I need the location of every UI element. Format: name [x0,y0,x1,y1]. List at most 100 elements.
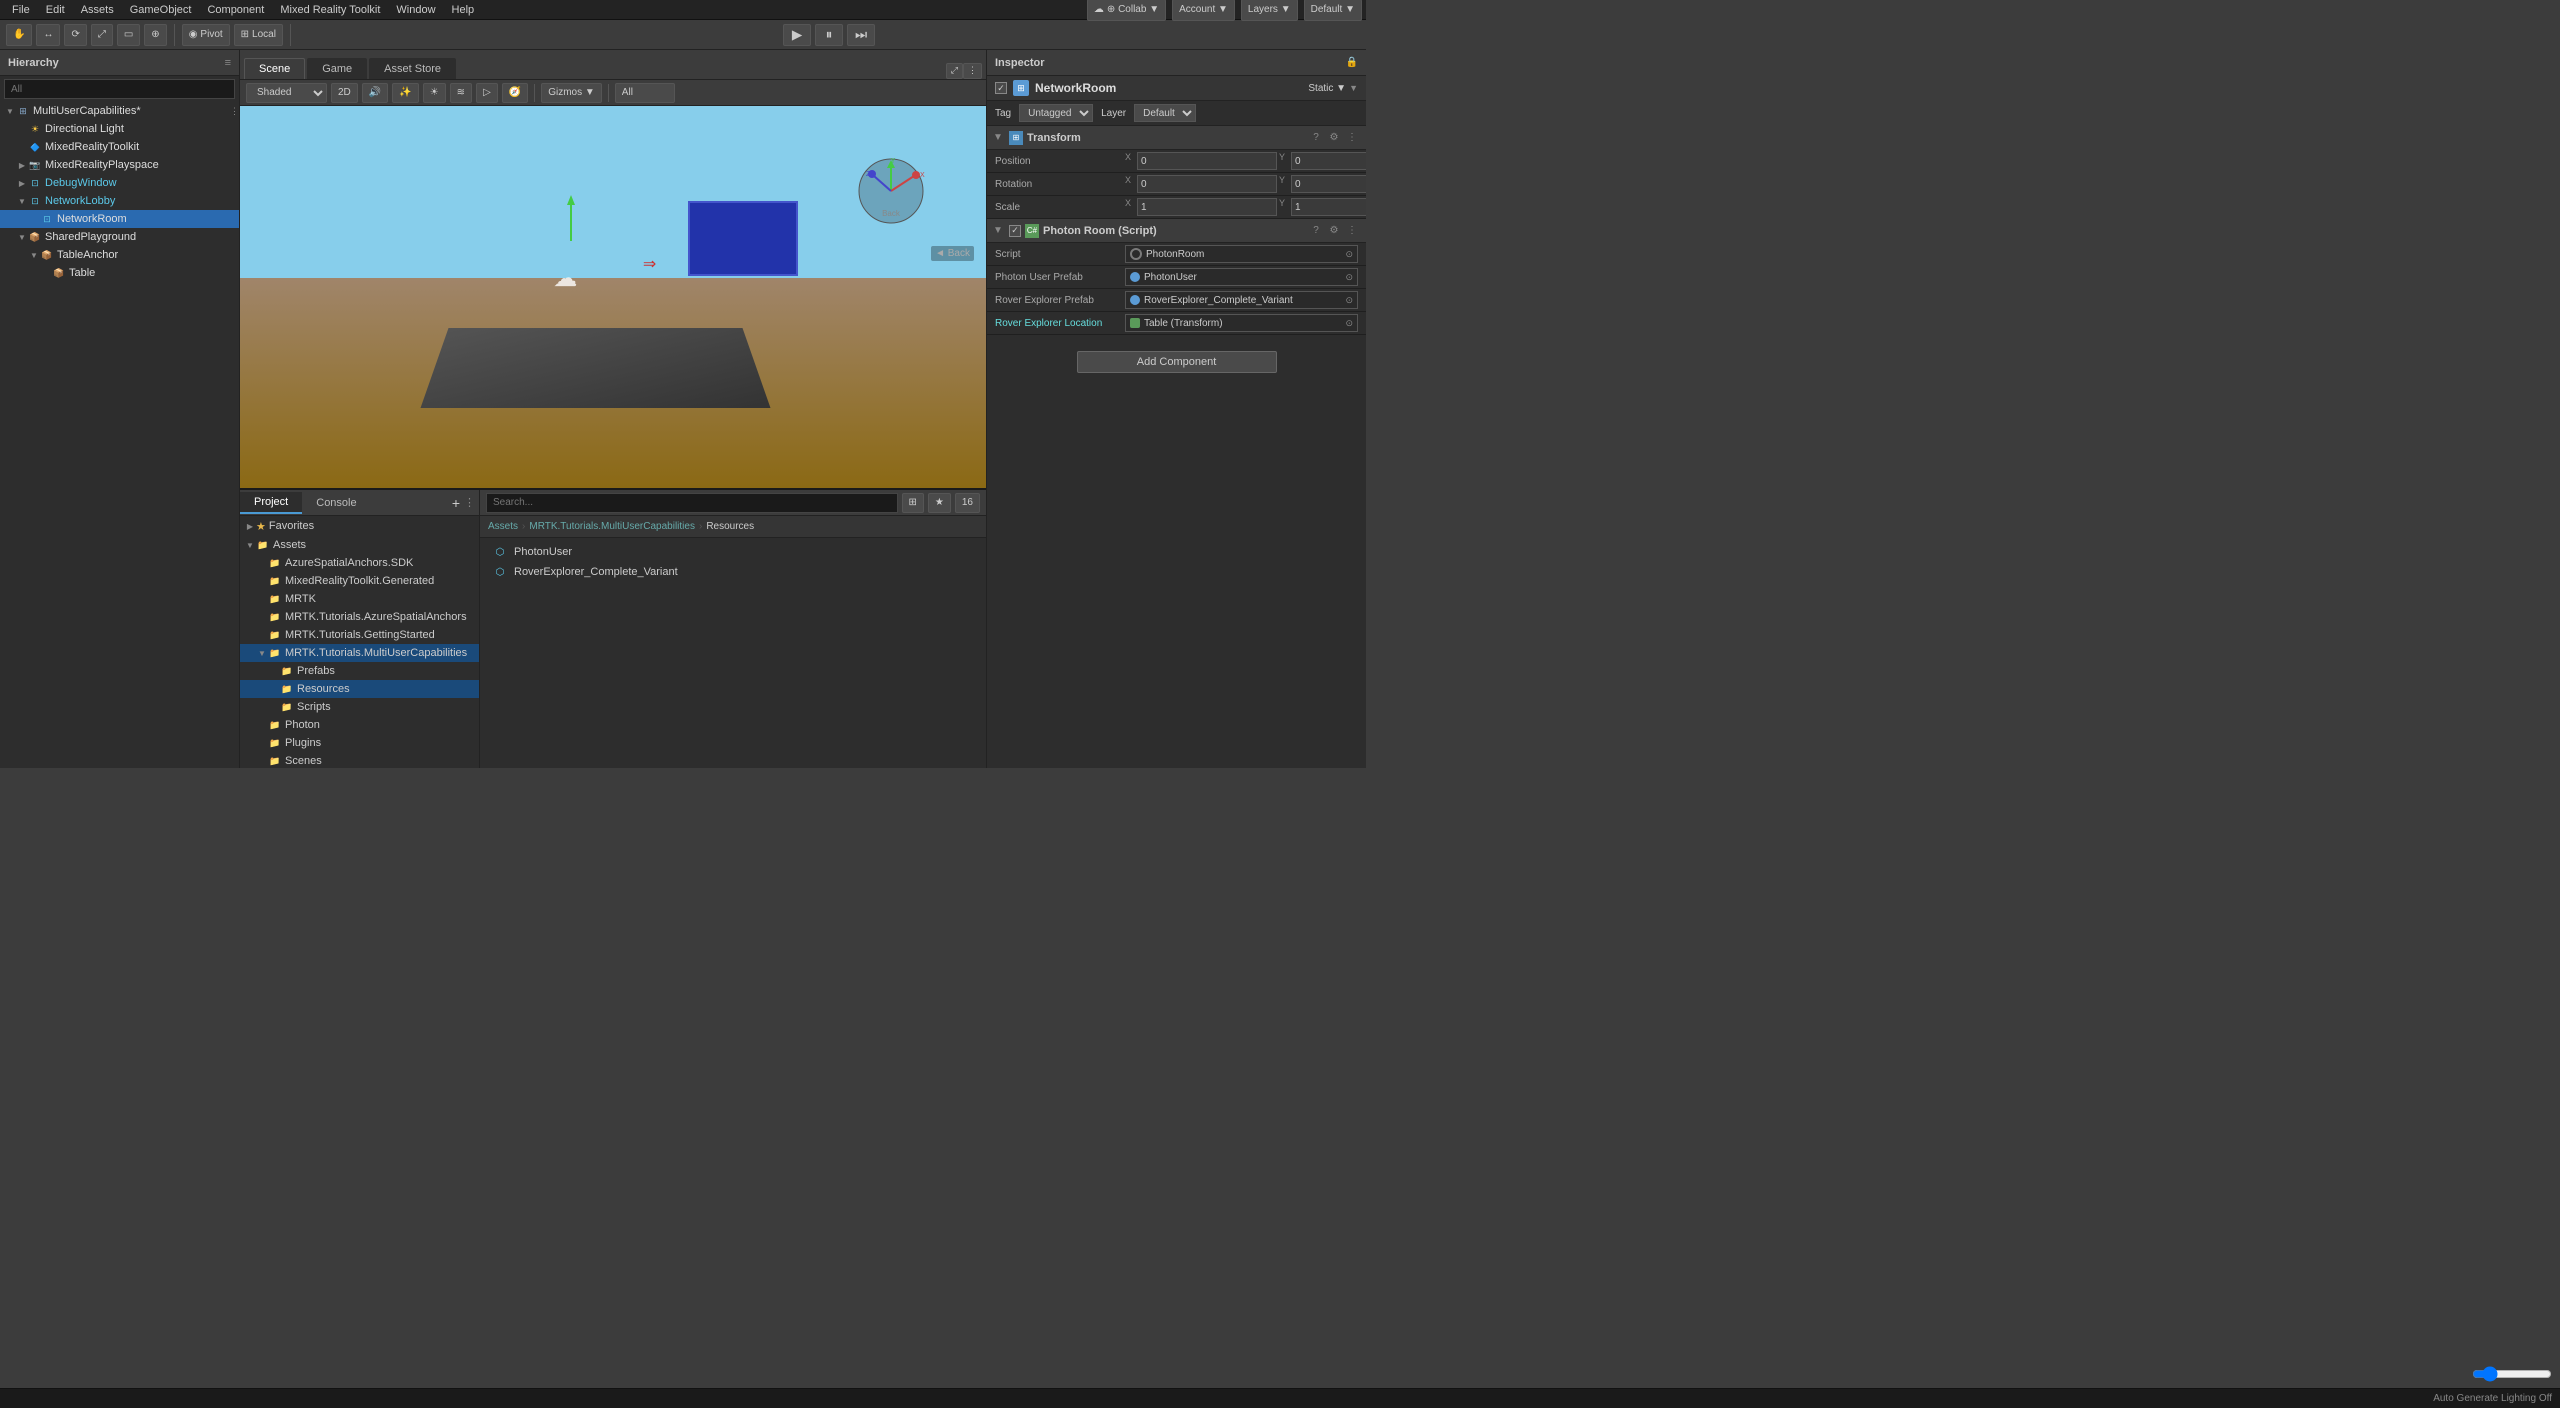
photon-enabled-checkbox[interactable] [1009,225,1021,237]
transform-component-header[interactable]: ▼ ⊞ Transform ? ⚙ ⋮ [987,126,1366,150]
breadcrumb-assets[interactable]: Assets [488,521,518,532]
asset-roverexplorer[interactable]: ⬡ RoverExplorer_Complete_Variant [484,562,982,582]
scene-menu-btn[interactable]: ⋮ [963,63,982,79]
proj-plugins-item[interactable]: 📁 Plugins [240,734,479,752]
transform-tool[interactable]: ⊕ [144,24,166,46]
menu-file[interactable]: File [4,0,38,20]
menu-mixed-reality[interactable]: Mixed Reality Toolkit [272,0,388,20]
scale-tool[interactable]: ⤢ [91,24,113,46]
scene-anim-btn[interactable]: ▷ [476,83,498,103]
transform-settings-btn[interactable]: ⚙ [1326,132,1342,143]
scene-nav-btn[interactable]: 🧭 [502,83,528,103]
transform-menu-btn[interactable]: ⋮ [1344,132,1360,143]
layout-button[interactable]: Default ▼ [1304,0,1362,21]
transform-help-btn[interactable]: ? [1308,132,1324,143]
proj-resources-item[interactable]: 📁 Resources [240,680,479,698]
rotate-tool[interactable]: ⟳ [64,24,86,46]
menu-gameobject[interactable]: GameObject [122,0,200,20]
proj-assets-item[interactable]: ▼ 📁 Assets [240,536,479,554]
menu-component[interactable]: Component [199,0,272,20]
photon-room-header[interactable]: ▼ C# Photon Room (Script) ? ⚙ ⋮ [987,219,1366,243]
scene-fog-btn[interactable]: ≋ [450,83,472,103]
scene-search[interactable] [615,83,675,103]
asset-star-btn[interactable]: ★ [928,493,951,513]
move-tool[interactable]: ↔ [36,24,60,46]
pause-button[interactable]: ⏸ [815,24,843,46]
pos-y-input[interactable] [1291,152,1366,170]
scene-maximize-btn[interactable]: ⤢ [946,63,963,79]
scene-sky-btn[interactable]: ☀ [423,83,446,103]
hierarchy-item-tableanchor[interactable]: ▼ 📦 TableAnchor [0,246,239,264]
add-component-button[interactable]: Add Component [1077,351,1277,373]
rot-x-input[interactable] [1137,175,1277,193]
script-ref[interactable]: PhotonRoom ⊙ [1125,245,1358,263]
hierarchy-item-networklobby[interactable]: ▼ ⊡ NetworkLobby [0,192,239,210]
tab-project[interactable]: Project [240,492,302,514]
proj-prefabs-item[interactable]: 📁 Prefabs [240,662,479,680]
hierarchy-item-networkroom[interactable]: ⊡ NetworkRoom [0,210,239,228]
account-button[interactable]: Account ▼ [1172,0,1235,21]
play-button[interactable]: ▶ [783,24,811,46]
asset-search-input[interactable] [486,493,898,513]
gizmos-button[interactable]: Gizmos ▼ [541,83,602,103]
menu-window[interactable]: Window [388,0,443,20]
local-button[interactable]: ⊞ Local [234,24,283,46]
pivot-button[interactable]: ◉ Pivot [182,24,230,46]
menu-assets[interactable]: Assets [73,0,122,20]
asset-filter-btn[interactable]: ⊞ [902,493,924,513]
breadcrumb-mrtk[interactable]: MRTK.Tutorials.MultiUserCapabilities [529,521,695,532]
rot-y-input[interactable] [1291,175,1366,193]
tab-scene[interactable]: Scene [244,58,305,79]
static-toggle[interactable]: Static ▼ ▼ [1308,83,1358,94]
pos-x-input[interactable] [1137,152,1277,170]
project-menu-btn[interactable]: ⋮ [464,496,475,509]
menu-edit[interactable]: Edit [38,0,73,20]
hierarchy-item-sharedplayground[interactable]: ▼ 📦 SharedPlayground [0,228,239,246]
proj-scripts-item[interactable]: 📁 Scripts [240,698,479,716]
hierarchy-item-directionallight[interactable]: ☀ Directional Light [0,120,239,138]
layers-button[interactable]: Layers ▼ [1241,0,1298,21]
object-enabled-checkbox[interactable] [995,82,1007,94]
proj-azure-item[interactable]: 📁 AzureSpatialAnchors.SDK [240,554,479,572]
proj-photon-item[interactable]: 📁 Photon [240,716,479,734]
viewport[interactable]: Back Y X Z ☁ ⇒ [240,106,986,488]
proj-scenes-item[interactable]: 📁 Scenes [240,752,479,768]
hierarchy-item-debugwindow[interactable]: ▶ ⊡ DebugWindow [0,174,239,192]
tag-select[interactable]: Untagged [1019,104,1093,122]
photon-settings-btn[interactable]: ⚙ [1326,225,1342,236]
proj-mmu-item[interactable]: ▼ 📁 MRTK.Tutorials.MultiUserCapabilities [240,644,479,662]
asset-photonuser[interactable]: ⬡ PhotonUser [484,542,982,562]
proj-maz-item[interactable]: 📁 MRTK.Tutorials.AzureSpatialAnchors [240,608,479,626]
inspector-lock-icon[interactable]: 🔒 [1346,57,1358,68]
rover-location-ref[interactable]: Table (Transform) ⊙ [1125,314,1358,332]
object-name[interactable]: NetworkRoom [1035,81,1302,95]
scale-x-input[interactable] [1137,198,1277,216]
hierarchy-item-mrtk[interactable]: 🔷 MixedRealityToolkit [0,138,239,156]
proj-mrtkgen-item[interactable]: 📁 MixedRealityToolkit.Generated [240,572,479,590]
layer-select[interactable]: Default [1134,104,1196,122]
photon-menu-btn[interactable]: ⋮ [1344,225,1360,236]
collab-button[interactable]: ☁ ⊕ Collab ▼ [1087,0,1166,21]
hierarchy-item-playspace[interactable]: ▶ 📷 MixedRealityPlayspace [0,156,239,174]
menu-help[interactable]: Help [444,0,483,20]
rover-prefab-ref[interactable]: RoverExplorer_Complete_Variant ⊙ [1125,291,1358,309]
hierarchy-menu-icon[interactable]: ≡ [225,57,231,69]
photon-help-btn[interactable]: ? [1308,225,1324,236]
tab-console[interactable]: Console [302,493,370,513]
hierarchy-item-table[interactable]: 📦 Table [0,264,239,282]
tab-assetstore[interactable]: Asset Store [369,58,456,79]
project-add-btn[interactable]: + [452,495,460,511]
step-button[interactable]: ⏭ [847,24,875,46]
hierarchy-search[interactable] [4,79,235,99]
proj-mrtk-item[interactable]: 📁 MRTK [240,590,479,608]
shading-select[interactable]: Shaded Wireframe [246,83,327,103]
hand-tool[interactable]: ✋ [6,24,32,46]
multiuser-menu[interactable]: ⋮ [230,106,239,117]
asset-16-btn[interactable]: 16 [955,493,980,513]
scene-effects-btn[interactable]: ✨ [392,83,418,103]
hierarchy-item-multiuser[interactable]: ▼ ⊞ MultiUserCapabilities* ⋮ [0,102,239,120]
tab-game[interactable]: Game [307,58,367,79]
2d-toggle[interactable]: 2D [331,83,358,103]
rect-tool[interactable]: ▭ [117,24,140,46]
photon-user-ref[interactable]: PhotonUser ⊙ [1125,268,1358,286]
